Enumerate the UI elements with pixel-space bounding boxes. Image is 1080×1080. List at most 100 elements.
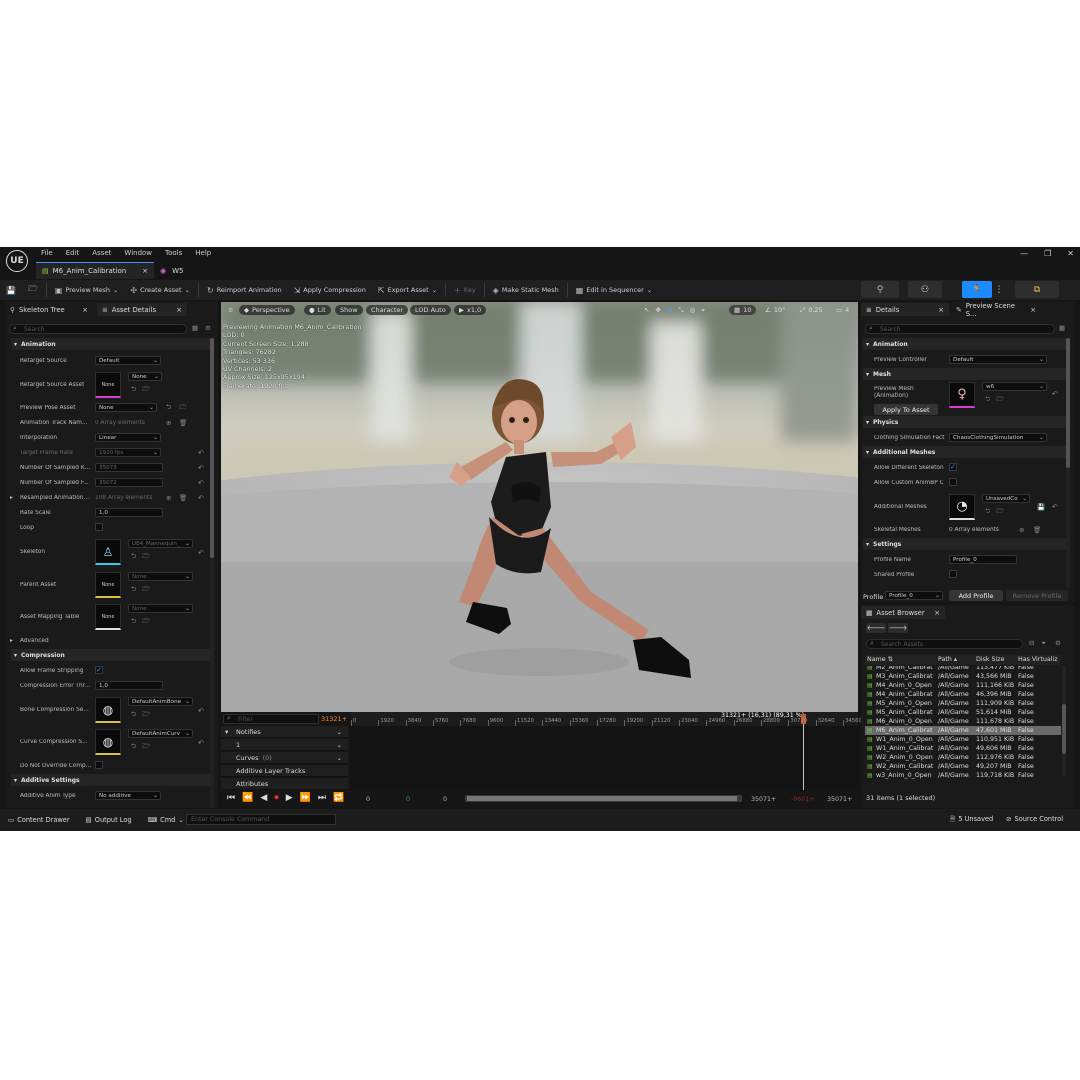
browse-icon[interactable]: 🗁 [142, 710, 150, 721]
menu-file[interactable]: File [41, 249, 53, 257]
forward-arrow-icon[interactable]: 🡒 [888, 623, 908, 633]
category-physics[interactable]: ▾ Physics [863, 416, 1067, 428]
tab-w5[interactable]: ◉ W5 [154, 262, 189, 279]
tab-close-icon[interactable]: × [176, 306, 182, 314]
browse-icon[interactable]: 🗁 [142, 585, 150, 596]
asset-row[interactable]: ▤ M3_Anim_Calibrat/All/Game 43,566 MiB Fals… [865, 672, 1061, 681]
tab-preview-scene[interactable]: ✎ Preview Scene S... × [951, 302, 1041, 318]
world-icon[interactable]: ◎ [690, 306, 696, 314]
add-profile-button[interactable]: Add Profile [949, 590, 1003, 601]
asset-row[interactable]: ▤ M6_Anim_0_Open/All/Game 111,678 KiB False [865, 717, 1061, 726]
allow-custom-animbp-checkbox[interactable] [949, 478, 957, 486]
track-curves[interactable]: Curves (0) ⌄ [221, 752, 348, 764]
minimize-icon[interactable]: — [1020, 249, 1028, 258]
tab-close-icon[interactable]: × [82, 306, 88, 314]
lit-button[interactable]: ● Lit [304, 305, 331, 315]
category-mesh[interactable]: ▾ Mesh [863, 368, 1067, 380]
maximize-icon[interactable]: ❐ [1044, 249, 1051, 258]
browse-icon[interactable]: 🗁 [179, 403, 187, 414]
tab-skeleton-tree[interactable]: ⚲ Skeleton Tree × [5, 303, 93, 316]
track-additive-layers[interactable]: Additive Layer Tracks [221, 765, 348, 777]
reset-arrow-icon[interactable]: ↶ [1052, 503, 1058, 511]
menu-window[interactable]: Window [124, 249, 152, 257]
browse-icon[interactable]: 🗁 [142, 385, 150, 396]
remove-profile-button[interactable]: Remove Profile [1006, 590, 1068, 601]
asset-mapping-dropdown[interactable]: None ⌄ [128, 604, 193, 613]
asset-row[interactable]: ▤ M4_Anim_0_Open/All/Game 111,166 KiB False [865, 681, 1061, 690]
table-view-icon[interactable]: ▦ [192, 324, 198, 332]
browse-icon[interactable]: 🗁 [142, 552, 150, 563]
category-settings[interactable]: ▾ Settings [863, 538, 1067, 550]
skeleton-mode-button[interactable]: ⚲ [861, 281, 899, 298]
range-red[interactable]: -9601+ [791, 796, 815, 803]
reimport-animation-button[interactable]: ↻ Reimport Animation [201, 281, 288, 299]
column-has-virtualized[interactable]: Has Virtualiz [1018, 656, 1061, 663]
profile-name-input[interactable]: Profile_0 [949, 555, 1017, 564]
apply-compression-button[interactable]: ⇲ Apply Compression [288, 281, 372, 299]
asset-row[interactable]: ▤ M6_Anim_Calibrat/All/Game 47,601 MiB Fals… [865, 726, 1061, 735]
parent-asset-thumbnail[interactable]: None [95, 572, 121, 598]
select-icon[interactable]: ↖ [644, 306, 649, 314]
tab-m6-anim-calibration[interactable]: ▤ M6_Anim_Calibration × [36, 262, 154, 279]
viewport-menu-icon[interactable]: ≡ [223, 305, 238, 315]
additive-type-dropdown[interactable]: No additive ⌄ [95, 791, 161, 800]
bone-compression-dropdown[interactable]: DefaultAnimBone ⌄ [128, 697, 193, 706]
track-notify-1[interactable]: 1 ⌄ [221, 739, 348, 751]
filter-icon[interactable]: ⏷ [1041, 639, 1046, 648]
asset-mapping-thumbnail[interactable]: None [95, 604, 121, 630]
parent-asset-dropdown[interactable]: None ⌄ [128, 572, 193, 581]
reset-arrow-icon[interactable]: ↶ [198, 549, 204, 557]
range-scrollbar-thumb[interactable] [467, 796, 737, 801]
additional-meshes-thumbnail[interactable]: ◔ [949, 494, 975, 520]
column-path[interactable]: Path ▴ [938, 656, 957, 663]
surface-snap-icon[interactable]: ⌖ [701, 306, 705, 315]
preview-mesh-thumbnail[interactable]: ♀ [949, 382, 975, 408]
reset-arrow-icon[interactable]: ↶ [198, 464, 204, 472]
save-button[interactable]: 💾 [0, 281, 22, 299]
play-reverse-icon[interactable]: ◀ [260, 793, 267, 803]
browse-icon[interactable]: 🗁 [996, 395, 1004, 406]
key-button[interactable]: + Key [448, 281, 482, 299]
tab-details[interactable]: ≣ Details × [861, 303, 949, 316]
add-element-icon[interactable]: ⊕ [1019, 526, 1024, 534]
details-scrollbar[interactable] [210, 338, 214, 808]
show-button[interactable]: Show [335, 305, 363, 315]
tab-asset-browser[interactable]: ▦ Asset Browser × [861, 606, 945, 619]
rotation-snap-button[interactable]: ∠ 10° [760, 305, 790, 315]
category-compression[interactable]: ▾ Compression [11, 649, 211, 661]
character-button[interactable]: Character [366, 305, 409, 315]
preview-controller-dropdown[interactable]: Default ⌄ [949, 355, 1047, 364]
make-static-mesh-button[interactable]: ◈ Make Static Mesh [487, 281, 565, 299]
gear-icon[interactable]: ⚙ [205, 324, 211, 332]
column-name[interactable]: Name ⇅ [867, 656, 893, 663]
skeleton-dropdown[interactable]: UE4_Mannequin_ ⌄ [128, 539, 193, 548]
curve-compression-thumbnail[interactable]: ◍ [95, 729, 121, 755]
compression-error-input[interactable]: 1,0 [95, 681, 163, 690]
clothing-sim-dropdown[interactable]: ChaosClothingSimulation ⌄ [949, 433, 1047, 442]
shared-profile-checkbox[interactable] [949, 570, 957, 578]
allow-different-skeleton-checkbox[interactable]: ✓ [949, 463, 957, 471]
source-control-button[interactable]: ⊘ Source Control [1006, 815, 1063, 823]
animation-mode-button[interactable]: 🏃 [962, 281, 992, 298]
tab-close-icon[interactable]: × [142, 267, 148, 275]
use-selected-icon[interactable]: ⮌ [131, 710, 136, 721]
browse-icon[interactable]: 🗁 [142, 742, 150, 753]
use-selected-icon[interactable]: ⮌ [131, 742, 136, 753]
target-frame-rate-dropdown[interactable]: 1920 fps ⌄ [95, 448, 161, 457]
unsaved-indicator[interactable]: 🗎 5 Unsaved [950, 815, 993, 826]
add-element-icon[interactable]: ⊕ [166, 494, 171, 502]
edit-in-sequencer-button[interactable]: ▦ Edit in Sequencer ⌄ [570, 281, 658, 299]
category-additional-meshes[interactable]: ▾ Additional Meshes [863, 446, 1067, 458]
add-element-icon[interactable]: ⊕ [166, 419, 171, 427]
range-end[interactable]: 35071+ [751, 796, 776, 803]
console-input[interactable]: Enter Console Command [186, 814, 336, 825]
range-start[interactable]: 0 [366, 796, 370, 803]
asset-row[interactable]: ▤ M4_Anim_Calibrat/All/Game 46,396 MiB Fals… [865, 690, 1061, 699]
asset-row[interactable]: ▤ W2_Anim_Calibrat/All/Game 49,207 MiB Fals… [865, 762, 1061, 771]
menu-tools[interactable]: Tools [165, 249, 182, 257]
range-scrollbar[interactable] [465, 795, 742, 802]
asset-row[interactable]: ▤ w3_Anim_0_Open/All/Game 119,718 KiB False [865, 771, 1061, 780]
loop-checkbox[interactable] [95, 523, 103, 531]
track-filter-input[interactable]: ⌕ Filter [223, 714, 319, 724]
range-mid[interactable]: 0 [406, 796, 410, 803]
